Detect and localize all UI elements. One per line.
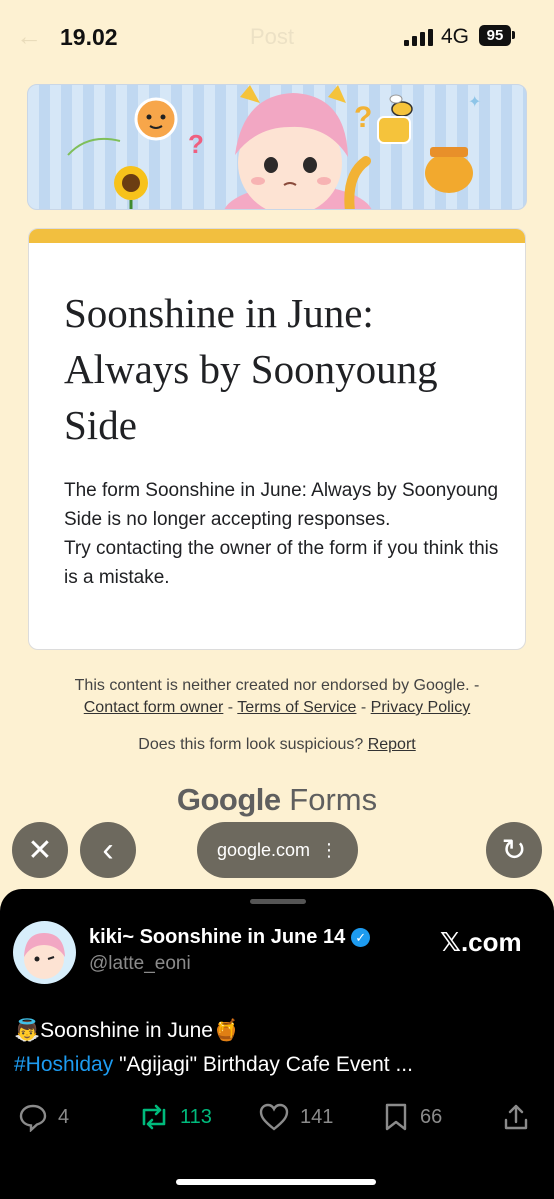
bee-illustration: [389, 94, 413, 117]
hashtag-link[interactable]: #Hoshiday: [14, 1053, 113, 1076]
more-options-icon[interactable]: ⋮: [320, 840, 338, 861]
google-disclaimer: This content is neither created nor endo…: [0, 675, 554, 719]
suspicious-question: Does this form look suspicious?: [138, 736, 364, 753]
status-bar: ← 19.02 Post 4G 95: [0, 0, 554, 70]
like-count: 141: [300, 1105, 334, 1128]
suspicious-form-row: Does this form look suspicious? Report: [0, 736, 554, 754]
x-site-label[interactable]: 𝕏.com: [440, 927, 522, 958]
bookmark-action[interactable]: 66: [382, 1102, 442, 1132]
svg-text:✦: ✦: [468, 92, 481, 111]
reload-button[interactable]: ↻: [486, 822, 542, 878]
battery-icon: 95: [479, 25, 511, 46]
signal-icon: [404, 29, 434, 46]
retweet-action[interactable]: 113: [138, 1102, 212, 1132]
google-wordmark: Google: [176, 782, 281, 817]
contact-owner-hint: Try contacting the owner of the form if …: [64, 538, 499, 588]
tiger-mascot-illustration: [134, 97, 178, 141]
like-action[interactable]: 141: [258, 1102, 333, 1132]
retweet-count: 113: [180, 1105, 212, 1128]
reply-icon: [19, 1104, 47, 1132]
author-name: kiki~ Soonshine in June 14: [89, 926, 346, 948]
bookmark-icon: [385, 1103, 407, 1131]
form-closed-message: The form Soonshine in June: Always by So…: [64, 476, 504, 592]
author-handle: @latte_eoni: [89, 953, 191, 974]
bookmark-count: 66: [420, 1105, 443, 1128]
page-title: Post: [250, 24, 295, 49]
post-preview-sheet[interactable]: kiki~ Soonshine in June 14 ✓ @latte_eoni…: [0, 889, 554, 1199]
close-button[interactable]: ✕: [12, 822, 68, 878]
back-arrow-icon[interactable]: ←: [16, 22, 42, 50]
form-title: Soonshine in June: Always by Soonyoung S…: [64, 290, 438, 448]
contact-form-owner-link[interactable]: Contact form owner: [84, 699, 224, 716]
share-icon: [504, 1104, 528, 1130]
post-text[interactable]: 👼Soonshine in June🍯 #Hoshiday "Agijagi" …: [14, 1014, 534, 1082]
card-accent-bar: [29, 229, 525, 243]
battery-tip: [512, 31, 515, 39]
privacy-policy-link[interactable]: Privacy Policy: [371, 699, 471, 716]
close-icon: ✕: [27, 833, 53, 867]
separator: -: [223, 699, 238, 716]
url-pill[interactable]: google.com ⋮: [197, 822, 358, 878]
post-line-1: 👼Soonshine in June🍯: [14, 1019, 240, 1042]
chevron-left-icon: ‹: [102, 830, 114, 869]
avatar[interactable]: [13, 921, 76, 984]
post-actions: 4 113 141 66: [0, 1102, 554, 1142]
heart-icon: [259, 1103, 289, 1131]
post-line-2: "Agijagi" Birthday Cafe Event ...: [113, 1053, 413, 1076]
disclaimer-text: This content is neither created nor endo…: [74, 677, 480, 694]
verified-badge-icon: ✓: [351, 928, 371, 947]
author-name-row[interactable]: kiki~ Soonshine in June 14 ✓: [89, 926, 371, 949]
sunflower-illustration: [114, 166, 148, 209]
honey-pot-illustration: [425, 147, 473, 193]
url-text: google.com: [216, 839, 311, 860]
google-forms-logo[interactable]: Google Forms: [0, 782, 554, 818]
separator: -: [356, 699, 371, 716]
home-indicator[interactable]: [176, 1179, 376, 1185]
form-header-banner: ? ? ✦: [27, 84, 527, 210]
reply-count: 4: [58, 1105, 70, 1128]
form-closed-card: Soonshine in June: Always by Soonyoung S…: [28, 228, 526, 650]
retweet-icon: [142, 1104, 166, 1130]
report-link[interactable]: Report: [368, 736, 416, 753]
closed-notice: The form Soonshine in June: Always by So…: [64, 480, 499, 530]
status-time: 19.02: [60, 24, 118, 50]
forms-wordmark: Forms: [289, 782, 378, 817]
sheet-drag-handle[interactable]: [250, 899, 306, 904]
share-action[interactable]: [502, 1102, 530, 1132]
svg-text:?: ?: [354, 101, 372, 134]
back-button[interactable]: ‹: [80, 822, 136, 878]
svg-text:?: ?: [188, 129, 204, 159]
terms-of-service-link[interactable]: Terms of Service: [237, 699, 356, 716]
reload-icon: ↻: [501, 833, 527, 867]
reply-action[interactable]: 4: [18, 1102, 69, 1132]
network-type: 4G: [441, 25, 470, 48]
